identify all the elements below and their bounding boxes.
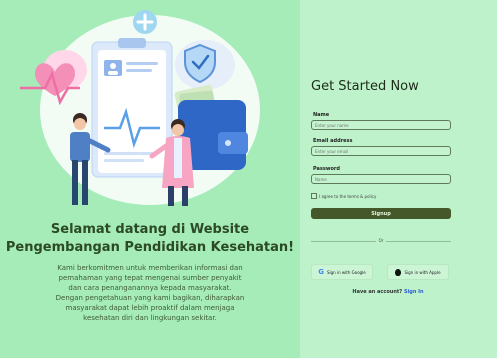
welcome-panel: Selamat datang di Website Pengembangan P… [0,0,300,358]
name-label: Name [313,112,330,118]
name-field[interactable] [311,120,451,130]
email-input[interactable] [312,147,450,155]
have-account-row: Have an account? Sign In [324,289,452,295]
signup-button[interactable]: Signup [311,208,451,219]
description-line: dan cara penanganannya kepada masyarakat… [68,284,232,292]
description-line: kesehatan diri dan lingkungan sekitar. [83,314,217,322]
medical-clipboard [91,38,173,178]
terms-checkbox[interactable] [311,193,317,199]
google-signin-label: Sign in with Google [326,269,366,275]
or-text: Or [376,237,386,245]
welcome-description: Kami berkomitmen untuk memberikan inform… [30,263,270,323]
apple-signin-label: Sign in with Apple [404,269,441,275]
welcome-headline-line-1: Selamat datang di Website [50,222,250,237]
description-line: Kami berkomitmen untuk memberikan inform… [57,264,243,272]
email-label: Email address [313,138,353,144]
description-line: masyarakat dapat lebih proaktif dalam me… [65,304,235,312]
apple-signin-button[interactable]: Sign in with Apple [387,264,449,280]
welcome-headline-line-2: Pengembangan Pendidikan Kesehatan! [5,240,295,255]
form-title: Get Started Now [311,79,419,94]
password-field[interactable] [311,174,451,184]
page: Selamat datang di Website Pengembangan P… [0,0,497,358]
name-input[interactable] [312,121,450,129]
google-signin-button[interactable]: G Sign in with Google [311,264,373,280]
google-icon: G [318,268,324,276]
description-line: Dengan pengetahuan yang kami bagikan, di… [55,294,245,302]
terms-row: I agree to the terms & policy [311,193,376,199]
description-line: pemahaman yang tepat mengenai sumber pen… [58,274,242,282]
password-input[interactable] [312,175,450,183]
health-illustration [20,10,260,206]
have-account-text: Have an account? [352,289,403,295]
terms-text: I agree to the terms & policy [319,193,377,199]
signin-link[interactable]: Sign In [404,289,424,295]
plus-badge-icon [133,10,157,34]
apple-icon [395,268,402,276]
email-field[interactable] [311,146,451,156]
password-label: Password [313,166,340,172]
